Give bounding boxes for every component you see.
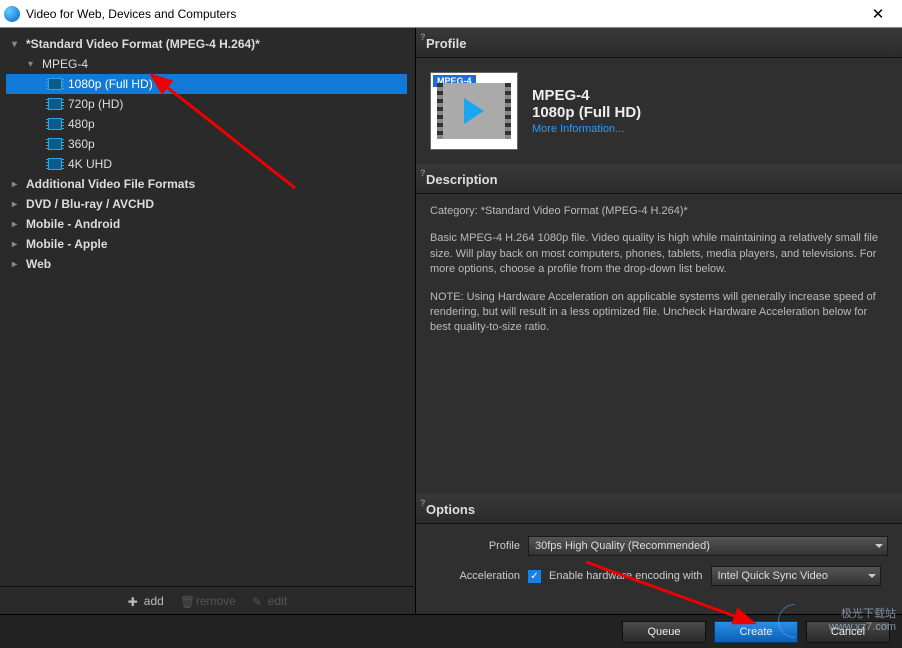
option-row-acceleration: Acceleration ✓ Enable hardware encoding …: [430, 566, 888, 586]
edit-button[interactable]: ✎ edit: [252, 594, 287, 608]
options-heading: ?Options: [416, 494, 902, 524]
tree-item-1080p[interactable]: 1080p (Full HD): [6, 74, 407, 94]
tree-group-web[interactable]: ▸ Web: [6, 254, 407, 274]
tree-group-label: Mobile - Android: [26, 217, 120, 231]
chevron-right-icon: ▸: [12, 179, 22, 190]
description-text-2: NOTE: Using Hardware Acceleration on app…: [430, 290, 888, 336]
film-icon: [48, 78, 62, 90]
chevron-right-icon: ▸: [12, 259, 22, 270]
description-body: Category: *Standard Video Format (MPEG-4…: [416, 194, 902, 494]
profile-subtitle: 1080p (Full HD): [532, 104, 641, 121]
window-title: Video for Web, Devices and Computers: [26, 7, 858, 21]
tree-group-standard[interactable]: ▾ *Standard Video Format (MPEG-4 H.264)*: [6, 34, 407, 54]
chevron-down-icon: ▾: [28, 59, 38, 70]
film-icon: [48, 118, 62, 130]
tree-item-label: 4K UHD: [68, 157, 112, 171]
section-title: Options: [426, 502, 475, 517]
caret-down-icon: [868, 574, 876, 578]
chevron-right-icon: ▸: [12, 199, 22, 210]
film-icon: [48, 138, 62, 150]
tree-group-label: Additional Video File Formats: [26, 177, 195, 191]
chevron-right-icon: ▸: [12, 219, 22, 230]
tree-group-label: *Standard Video Format (MPEG-4 H.264)*: [26, 37, 260, 51]
cancel-button[interactable]: Cancel: [806, 621, 890, 643]
film-icon: [443, 83, 505, 139]
film-icon: [48, 158, 62, 170]
app-icon: [4, 6, 20, 22]
help-icon[interactable]: ?: [420, 32, 426, 42]
tree-item-label: 480p: [68, 117, 95, 131]
trash-icon: 🗑: [180, 595, 192, 607]
toolbar-label: edit: [268, 594, 287, 608]
remove-button[interactable]: 🗑 remove: [180, 594, 236, 608]
tree-item-4kuhd[interactable]: 4K UHD: [6, 154, 407, 174]
profile-info: MPEG-4 1080p (Full HD) More Information.…: [532, 72, 641, 150]
hardware-accel-checkbox[interactable]: ✓: [528, 570, 541, 583]
description-text-1: Basic MPEG-4 H.264 1080p file. Video qua…: [430, 231, 888, 277]
select-value: Intel Quick Sync Video: [718, 570, 828, 582]
select-value: 30fps High Quality (Recommended): [535, 540, 710, 552]
left-panel: ▾*Standard Video Format (MPEG-4 H.264)* …: [0, 28, 416, 614]
pencil-icon: ✎: [252, 595, 264, 607]
caret-down-icon: [875, 544, 883, 548]
profile-select[interactable]: 30fps High Quality (Recommended): [528, 536, 888, 556]
footer: Queue Create Cancel: [0, 614, 902, 648]
profile-title: MPEG-4: [532, 87, 641, 104]
toolbar-label: remove: [196, 594, 236, 608]
option-label: Profile: [430, 540, 520, 552]
tree-group-label: DVD / Blu-ray / AVCHD: [26, 197, 154, 211]
queue-button[interactable]: Queue: [622, 621, 706, 643]
add-button[interactable]: ✚ add: [128, 594, 164, 608]
checkbox-label: Enable hardware encoding with: [549, 570, 703, 582]
plus-icon: ✚: [128, 595, 140, 607]
film-icon: [48, 98, 62, 110]
tree-item-720p[interactable]: 720p (HD): [6, 94, 407, 114]
encoder-select[interactable]: Intel Quick Sync Video: [711, 566, 881, 586]
help-icon[interactable]: ?: [420, 498, 426, 508]
description-heading: ?Description: [416, 164, 902, 194]
more-info-link[interactable]: More Information...: [532, 123, 641, 135]
close-button[interactable]: ✕: [858, 1, 898, 27]
description-category: Category: *Standard Video Format (MPEG-4…: [430, 204, 888, 219]
help-icon[interactable]: ?: [420, 168, 426, 178]
tree-item-480p[interactable]: 480p: [6, 114, 407, 134]
profile-heading: ?Profile: [416, 28, 902, 58]
option-label: Acceleration: [430, 570, 520, 582]
option-row-profile: Profile 30fps High Quality (Recommended): [430, 536, 888, 556]
tree-group-dvd[interactable]: ▸ DVD / Blu-ray / AVCHD: [6, 194, 407, 214]
tree-item-360p[interactable]: 360p: [6, 134, 407, 154]
tree-item-label: 1080p (Full HD): [68, 77, 153, 91]
chevron-down-icon: ▾: [12, 39, 22, 50]
tree-group-android[interactable]: ▸ Mobile - Android: [6, 214, 407, 234]
right-panel: ?Profile MPEG-4 MPEG-4 1080p (Full HD) M…: [416, 28, 902, 614]
tree-group-label: Mobile - Apple: [26, 237, 108, 251]
titlebar: Video for Web, Devices and Computers ✕: [0, 0, 902, 28]
chevron-right-icon: ▸: [12, 239, 22, 250]
tree-group-mpeg4[interactable]: ▾ MPEG-4: [6, 54, 407, 74]
tree-group-additional[interactable]: ▸ Additional Video File Formats: [6, 174, 407, 194]
main-content: ▾*Standard Video Format (MPEG-4 H.264)* …: [0, 28, 902, 614]
profile-body: MPEG-4 MPEG-4 1080p (Full HD) More Infor…: [416, 58, 902, 164]
format-tree: ▾*Standard Video Format (MPEG-4 H.264)* …: [0, 28, 415, 586]
profile-thumbnail: MPEG-4: [430, 72, 518, 150]
section-title: Description: [426, 172, 498, 187]
tree-group-label: MPEG-4: [42, 57, 88, 71]
left-toolbar: ✚ add 🗑 remove ✎ edit: [0, 586, 415, 614]
tree-group-label: Web: [26, 257, 51, 271]
toolbar-label: add: [144, 594, 164, 608]
options-body: Profile 30fps High Quality (Recommended)…: [416, 524, 902, 614]
create-button[interactable]: Create: [714, 621, 798, 643]
tree-group-apple[interactable]: ▸ Mobile - Apple: [6, 234, 407, 254]
tree-item-label: 720p (HD): [68, 97, 123, 111]
tree-item-label: 360p: [68, 137, 95, 151]
section-title: Profile: [426, 36, 466, 51]
play-icon: [464, 98, 484, 124]
